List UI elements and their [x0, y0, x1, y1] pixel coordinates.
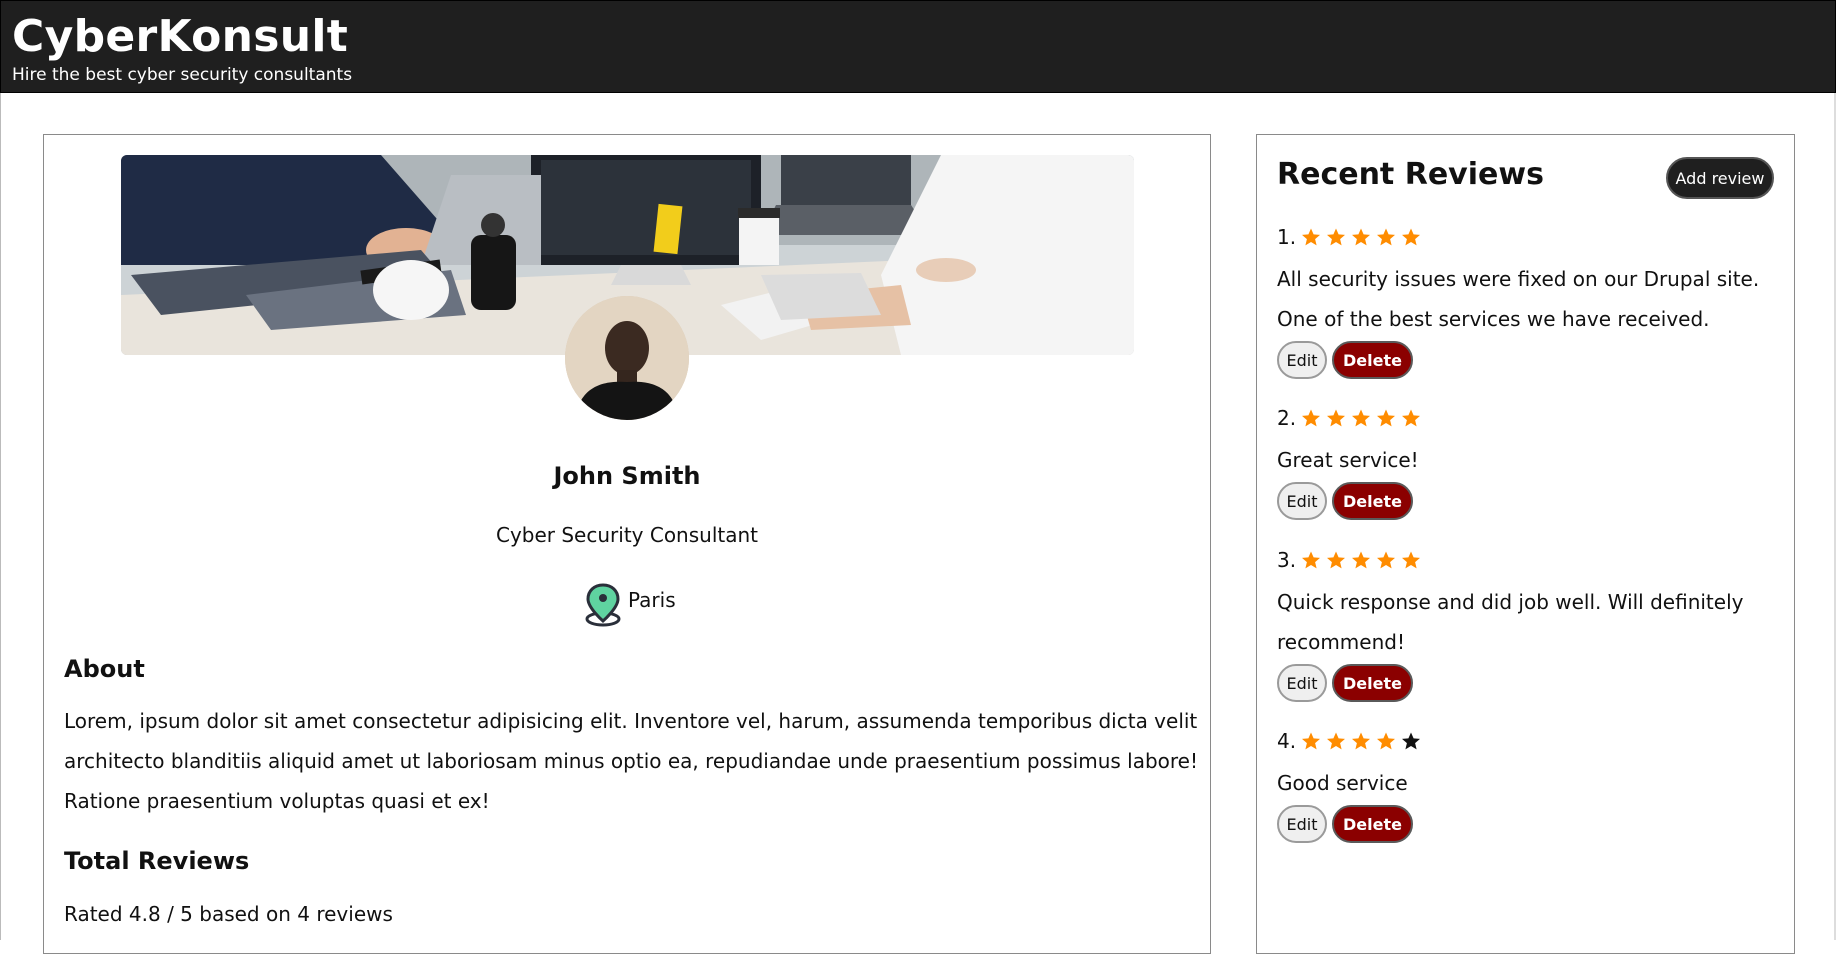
- star-rating: [1301, 547, 1426, 573]
- about-heading: About: [64, 655, 145, 683]
- location: Paris: [584, 581, 784, 627]
- recent-reviews-title: Recent Reviews: [1277, 157, 1544, 192]
- star-filled-icon: [1401, 547, 1426, 573]
- add-review-button[interactable]: Add review: [1666, 157, 1774, 199]
- consultant-role: Cyber Security Consultant: [495, 523, 758, 547]
- star-filled-icon: [1401, 405, 1426, 431]
- review-item: 3. Quick response and did job well. Will…: [1277, 547, 1777, 702]
- site-header: CyberKonsult Hire the best cyber securit…: [0, 0, 1836, 93]
- review-item: 2. Great service! Edit Delete: [1277, 405, 1777, 520]
- star-rating: [1301, 224, 1426, 250]
- star-rating: [1301, 405, 1426, 431]
- review-number: 1.: [1277, 225, 1297, 249]
- star-filled-icon: [1351, 224, 1376, 250]
- site-title[interactable]: CyberKonsult: [12, 11, 348, 63]
- consultant-name: John Smith: [553, 462, 701, 490]
- delete-review-button[interactable]: Delete: [1332, 341, 1413, 379]
- star-filled-icon: [1326, 547, 1351, 573]
- star-filled-icon: [1301, 547, 1326, 573]
- review-text: Quick response and did job well. Will de…: [1277, 590, 1744, 654]
- star-empty-icon: [1401, 728, 1426, 754]
- star-filled-icon: [1301, 728, 1326, 754]
- delete-review-button[interactable]: Delete: [1332, 805, 1413, 843]
- star-filled-icon: [1326, 224, 1351, 250]
- star-filled-icon: [1376, 728, 1401, 754]
- review-number: 2.: [1277, 406, 1297, 430]
- star-filled-icon: [1351, 547, 1376, 573]
- star-filled-icon: [1326, 728, 1351, 754]
- star-filled-icon: [1351, 728, 1376, 754]
- review-number: 3.: [1277, 548, 1297, 572]
- star-filled-icon: [1376, 405, 1401, 431]
- profile-card: John Smith Cyber Security Consultant Par…: [43, 134, 1211, 954]
- star-filled-icon: [1351, 405, 1376, 431]
- star-rating: [1301, 728, 1426, 754]
- edit-review-button[interactable]: Edit: [1277, 805, 1327, 843]
- delete-review-button[interactable]: Delete: [1332, 664, 1413, 702]
- avatar: [565, 296, 689, 420]
- star-filled-icon: [1301, 405, 1326, 431]
- map-pin-icon: [584, 581, 622, 627]
- location-city: Paris: [628, 588, 676, 612]
- delete-review-button[interactable]: Delete: [1332, 482, 1413, 520]
- edit-review-button[interactable]: Edit: [1277, 341, 1327, 379]
- review-text: Great service!: [1277, 448, 1419, 472]
- review-item: 4. Good service Edit Delete: [1277, 728, 1777, 843]
- star-filled-icon: [1301, 224, 1326, 250]
- site-subtitle: Hire the best cyber security consultants: [12, 65, 353, 85]
- review-number: 4.: [1277, 729, 1297, 753]
- page-edge: [0, 93, 1, 940]
- recent-reviews-panel: Recent Reviews Add review 1. All securit…: [1256, 134, 1795, 954]
- edit-review-button[interactable]: Edit: [1277, 664, 1327, 702]
- about-text: Lorem, ipsum dolor sit amet consectetur …: [64, 709, 1198, 813]
- rating-summary: Rated 4.8 / 5 based on 4 reviews: [64, 902, 393, 926]
- review-item: 1. All security issues were fixed on our…: [1277, 224, 1777, 379]
- star-filled-icon: [1376, 547, 1401, 573]
- star-filled-icon: [1326, 405, 1351, 431]
- edit-review-button[interactable]: Edit: [1277, 482, 1327, 520]
- review-text: All security issues were fixed on our Dr…: [1277, 267, 1760, 331]
- star-filled-icon: [1401, 224, 1426, 250]
- review-text: Good service: [1277, 771, 1408, 795]
- star-filled-icon: [1376, 224, 1401, 250]
- total-reviews-heading: Total Reviews: [64, 847, 250, 875]
